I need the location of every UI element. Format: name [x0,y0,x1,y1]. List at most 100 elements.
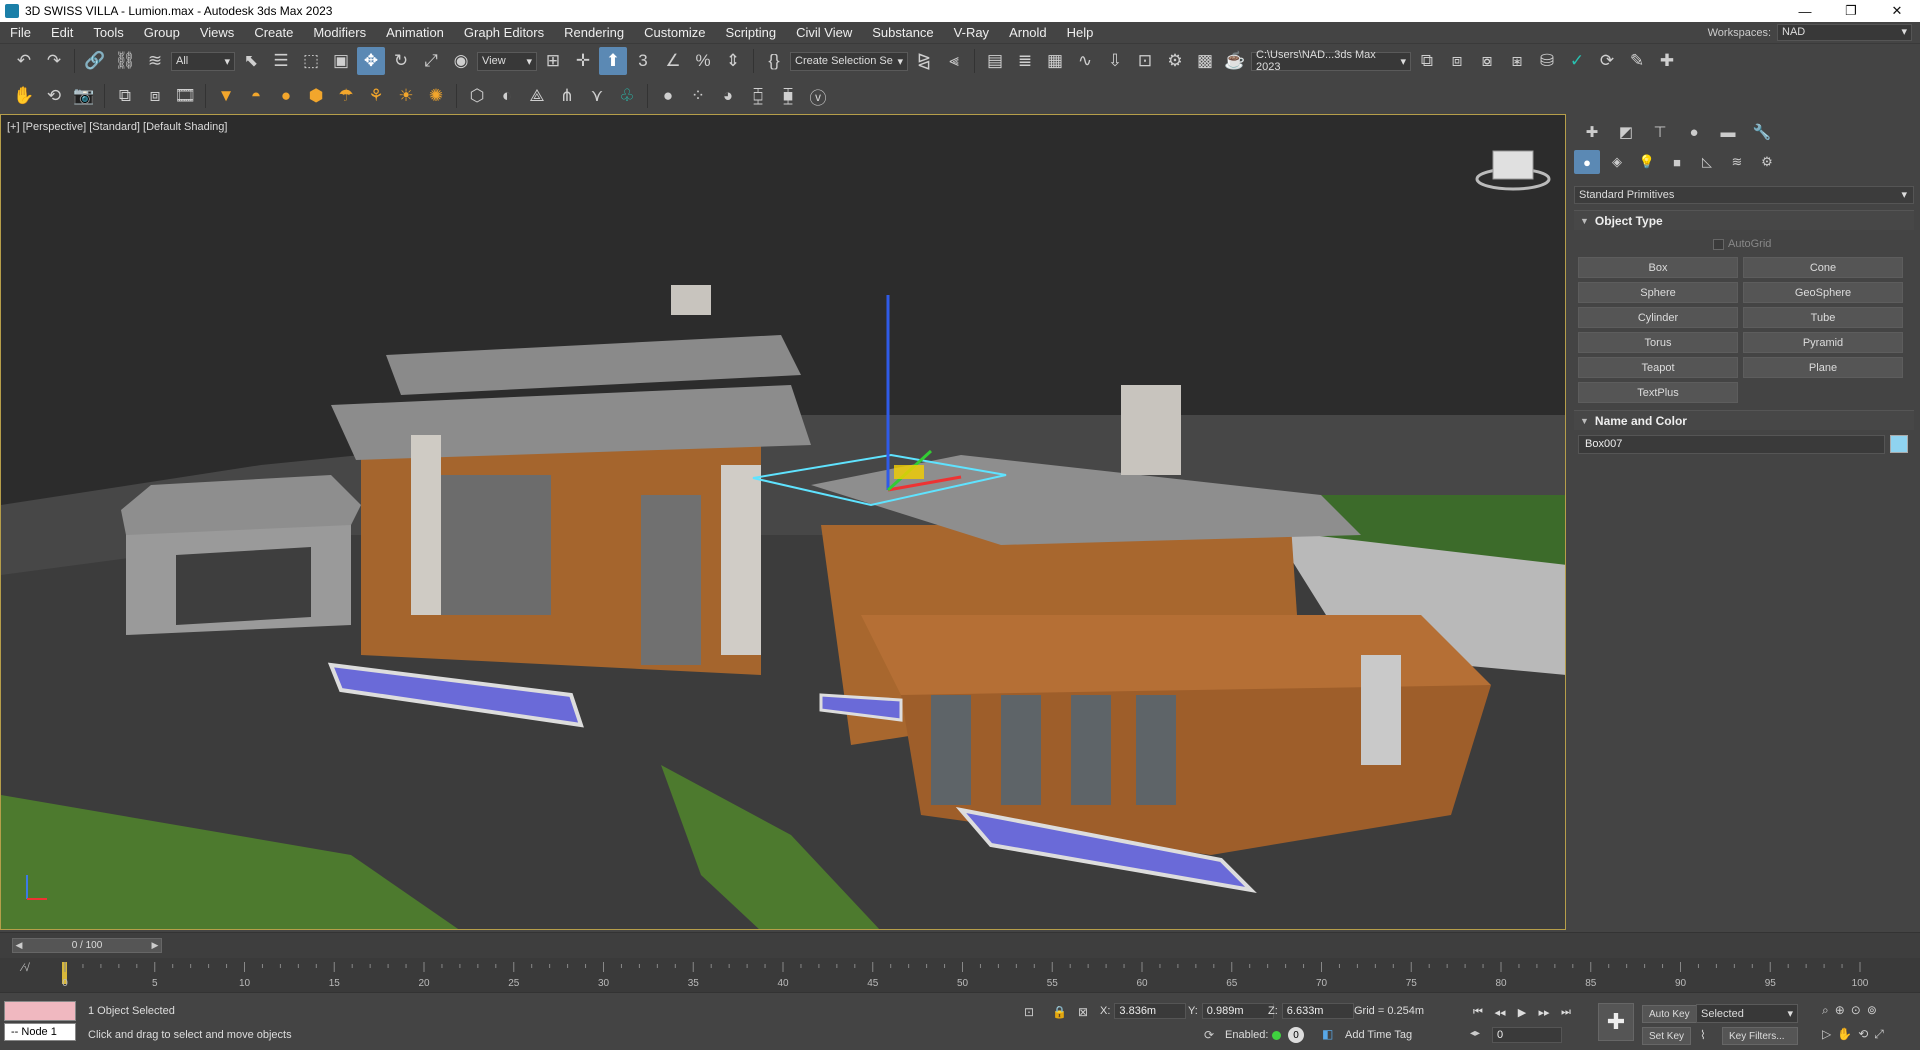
utilities-tab-icon[interactable]: 🔧 [1748,120,1776,144]
select-and-scale-icon[interactable]: ⤢ [417,47,445,75]
menu-civil-view[interactable]: Civil View [786,22,862,44]
scatter-icon[interactable]: ♧ [613,82,641,110]
undo-icon[interactable]: ↶ [10,47,38,75]
curve-editor-icon[interactable]: ∿ [1071,47,1099,75]
window-crossing-icon[interactable]: ▣ [327,47,355,75]
select-and-place-icon[interactable]: ◉ [447,47,475,75]
proxy-icon[interactable]: ⬡ [463,82,491,110]
modify-tab-icon[interactable]: ◩ [1612,120,1640,144]
paint-brush-icon[interactable]: ✎ [1623,47,1651,75]
isolate-selection-icon[interactable]: ⊡ [1024,1005,1034,1019]
save-icon[interactable]: ⛁ [1533,47,1561,75]
mesh-light-icon[interactable]: ⬢ [302,82,330,110]
set-key-button[interactable]: Set Key [1642,1027,1692,1045]
systems-icon[interactable]: ⚙ [1754,150,1780,174]
trackbar-filter-icon[interactable]: ⁄√ [22,962,30,974]
autogrid-checkbox[interactable]: AutoGrid [1713,238,1771,250]
zoom-extents-icon[interactable]: ⊙ [1851,1003,1861,1018]
menu-customize[interactable]: Customize [634,22,715,44]
align-icon[interactable]: ⫷ [940,47,968,75]
select-and-move-icon[interactable]: ✥ [357,47,385,75]
project-folder-icon[interactable]: ⧆ [1503,47,1531,75]
zoom-icon[interactable]: ⌕ [1822,1003,1829,1018]
menu-modifiers[interactable]: Modifiers [303,22,376,44]
orbit-icon[interactable]: ⟲ [40,82,68,110]
redo-icon[interactable]: ↷ [40,47,68,75]
sun-icon[interactable]: ☀ [392,82,420,110]
menu-substance[interactable]: Substance [862,22,943,44]
select-and-rotate-icon[interactable]: ↻ [387,47,415,75]
menu-help[interactable]: Help [1057,22,1104,44]
rectangular-selection-icon[interactable]: ⬚ [297,47,325,75]
set-keys-icon[interactable]: ✚ [1598,1003,1634,1041]
vray-logo-icon[interactable]: ⓥ [804,82,832,110]
grass-icon[interactable]: ⋎ [583,82,611,110]
dome-light-icon[interactable]: ◓ [242,82,270,110]
lock-icon[interactable]: 🔒 [1052,1005,1067,1019]
menu-rendering[interactable]: Rendering [554,22,634,44]
box-button[interactable]: Box [1578,257,1738,278]
go-to-start-icon[interactable]: ⏮ [1468,1003,1488,1021]
pivot-point-center-icon[interactable]: ⊞ [539,47,567,75]
cameras-icon[interactable]: ■ [1664,150,1690,174]
sync-icon[interactable]: ⟳ [1593,47,1621,75]
menu-animation[interactable]: Animation [376,22,454,44]
key-mode-toggle-icon[interactable]: ◂▸ [1470,1028,1480,1039]
zoom-all-icon[interactable]: ⊕ [1835,1003,1845,1018]
ambient-light-icon[interactable]: ⚘ [362,82,390,110]
orbit-icon[interactable]: ⟲ [1858,1027,1868,1042]
project-path-dropdown[interactable]: C:\Users\NAD...3ds Max 2023 ▾ [1251,49,1411,73]
schematic-view-icon[interactable]: ⇩ [1101,47,1129,75]
display-tab-icon[interactable]: ▬ [1714,120,1742,144]
sphere-icon[interactable]: ◐ [493,82,521,110]
render-setup-icon[interactable]: ⚙ [1161,47,1189,75]
unlink-icon[interactable]: ⛓ [111,47,139,75]
previous-frame-icon[interactable]: ◀ [12,938,26,953]
time-tag-icon[interactable]: ◧ [1322,1027,1333,1041]
menu-arnold[interactable]: Arnold [999,22,1057,44]
absolute-mode-icon[interactable]: ⊠ [1078,1005,1088,1019]
object-color-swatch[interactable] [1890,435,1908,453]
reference-coordinate-dropdown[interactable]: View ▾ [477,51,537,71]
export-icon[interactable]: ⧯ [774,82,802,110]
convert-icon[interactable]: ⧮ [744,82,772,110]
select-by-name-icon[interactable]: ☰ [267,47,295,75]
workspaces-dropdown[interactable]: NAD ▾ [1777,24,1912,41]
current-frame-field[interactable]: 0 [1492,1027,1562,1043]
adaptive-degradation-icon[interactable]: ⟳ [1204,1028,1214,1042]
plane-button[interactable]: Plane [1743,357,1903,378]
paste-icon[interactable]: ⧈ [141,82,169,110]
fur-icon[interactable]: ⋔ [553,82,581,110]
key-tangents-icon[interactable]: ⌇ [1700,1028,1706,1042]
selection-filter-dropdown[interactable]: All ▾ [171,51,235,71]
menu-views[interactable]: Views [190,22,244,44]
rendered-frame-window-icon[interactable]: ▩ [1191,47,1219,75]
scene-explorer-icon[interactable]: ▤ [981,47,1009,75]
enabled-value[interactable]: 0 [1288,1027,1304,1043]
next-key-icon[interactable]: ▸▸ [1534,1003,1554,1021]
open-file-icon[interactable]: ⧉ [1413,47,1441,75]
keyboard-shortcut-override-icon[interactable]: ⬆ [599,47,627,75]
sky-icon[interactable]: ✺ [422,82,450,110]
key-mode-dropdown[interactable]: Selected ▾ [1696,1004,1798,1023]
helpers-icon[interactable]: ◺ [1694,150,1720,174]
pan-icon[interactable]: ✋ [1837,1027,1852,1042]
enabled-indicator[interactable] [1272,1031,1281,1040]
gizmo-xy-plane[interactable] [894,465,924,479]
snaps-toggle-icon[interactable]: 3 [629,47,657,75]
material-sphere-icon[interactable]: ● [654,82,682,110]
maximize-viewport-icon[interactable]: ⤢ [1874,1027,1884,1042]
material-editor-icon[interactable]: ⊡ [1131,47,1159,75]
viewport-label[interactable]: [+] [Perspective] [Standard] [Default Sh… [7,121,227,133]
tube-button[interactable]: Tube [1743,307,1903,328]
cone-button[interactable]: Cone [1743,257,1903,278]
render-production-icon[interactable]: ☕ [1221,47,1249,75]
menu-scripting[interactable]: Scripting [716,22,787,44]
sphere-button[interactable]: Sphere [1578,282,1738,303]
pyramid-button[interactable]: Pyramid [1743,332,1903,353]
toggle-ribbon-icon[interactable]: ▦ [1041,47,1069,75]
edit-named-selection-icon[interactable]: {} [760,47,788,75]
previous-key-icon[interactable]: ◂◂ [1490,1003,1510,1021]
textplus-button[interactable]: TextPlus [1578,382,1738,403]
hierarchy-tab-icon[interactable]: ⊤ [1646,120,1674,144]
